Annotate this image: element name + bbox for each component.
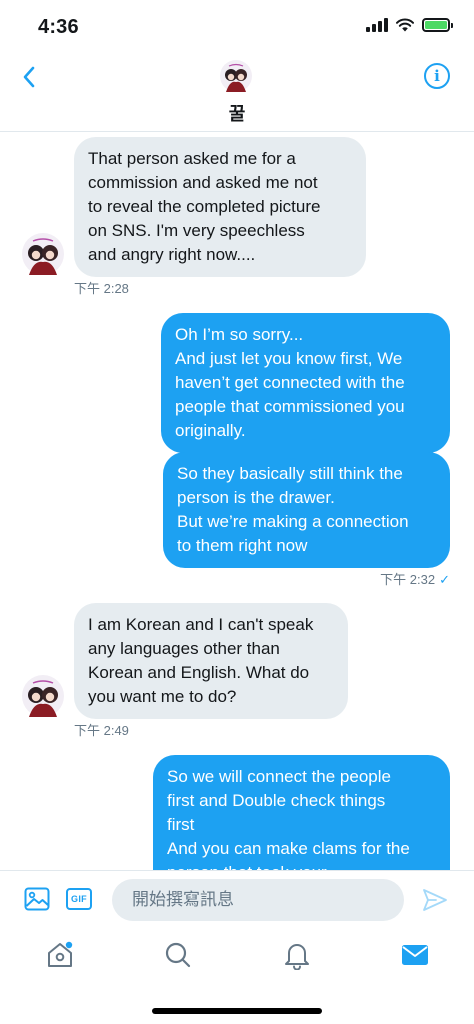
chevron-left-icon	[23, 66, 35, 88]
image-icon[interactable]	[24, 887, 50, 911]
bell-icon	[285, 944, 309, 970]
check-icon: ✓	[439, 572, 450, 587]
mail-icon	[402, 945, 428, 965]
tab-home[interactable]	[45, 940, 75, 970]
home-icon	[48, 941, 73, 967]
message-composer: GIF	[0, 870, 474, 928]
signal-icon	[366, 18, 388, 32]
message-bubble-outgoing[interactable]: So we will connect the people first and …	[153, 755, 450, 870]
sender-avatar[interactable]	[22, 675, 64, 717]
gif-button[interactable]: GIF	[66, 888, 92, 910]
send-icon[interactable]	[422, 887, 448, 913]
tab-bar	[0, 928, 474, 988]
message-timestamp: 下午 2:49	[74, 723, 129, 738]
contact-name: 꿀	[228, 104, 246, 125]
message-bubble-outgoing[interactable]: Oh I’m so sorry... And just let you know…	[161, 313, 450, 453]
tab-notifications[interactable]	[282, 940, 312, 970]
status-time: 4:36	[38, 16, 79, 38]
message-timestamp: 下午 2:32 ✓	[380, 572, 450, 587]
tab-messages[interactable]	[400, 940, 430, 970]
info-button[interactable]: i	[424, 63, 450, 89]
battery-icon	[422, 18, 453, 32]
message-timestamp: 下午 2:28	[74, 281, 129, 296]
chat-header: 꿀 i	[0, 52, 474, 132]
info-icon: i	[434, 66, 440, 85]
message-bubble-incoming[interactable]: That person asked me for a commission an…	[74, 137, 366, 277]
message-input[interactable]	[112, 879, 404, 921]
status-icons	[366, 18, 453, 32]
search-icon	[165, 942, 191, 968]
message-bubble-incoming[interactable]: I am Korean and I can't speak any langua…	[74, 603, 348, 719]
home-indicator	[152, 1008, 322, 1014]
sender-avatar[interactable]	[22, 233, 64, 275]
back-button[interactable]	[14, 62, 44, 92]
tab-search[interactable]	[163, 940, 193, 970]
status-bar: 4:36	[0, 0, 474, 52]
wifi-icon	[396, 18, 414, 32]
message-bubble-outgoing[interactable]: So they basically still think the person…	[163, 452, 450, 568]
message-list[interactable]: That person asked me for a commission an…	[0, 133, 474, 870]
contact-avatar[interactable]	[220, 60, 252, 92]
